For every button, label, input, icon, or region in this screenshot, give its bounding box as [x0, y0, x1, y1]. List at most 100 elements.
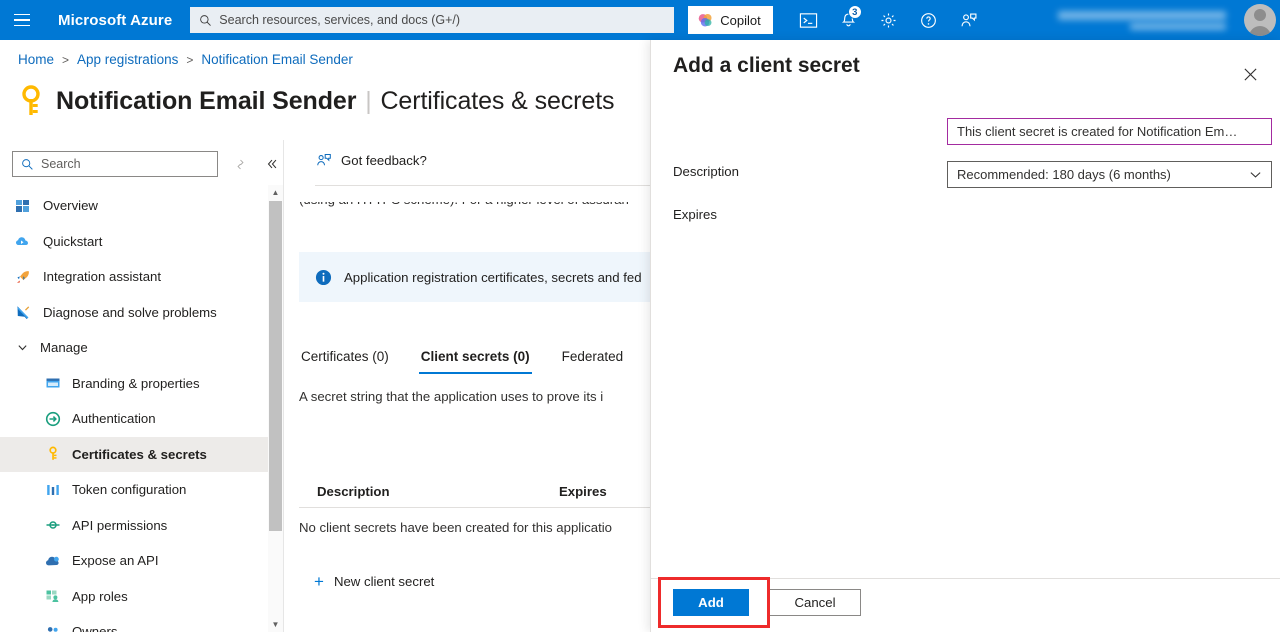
- tab-label: Federated: [561, 348, 624, 364]
- copilot-icon: [697, 12, 714, 29]
- sidebar-scrollbar-thumb[interactable]: [269, 201, 282, 531]
- overview-grid-icon: [14, 197, 32, 215]
- tab-client-secrets[interactable]: Client secrets (0): [405, 338, 546, 374]
- panel-title: Add a client secret: [673, 54, 860, 77]
- scroll-up-arrow-icon[interactable]: ▲: [268, 185, 283, 200]
- breadcrumb-item-app-registrations[interactable]: App registrations: [77, 52, 178, 67]
- sidebar-item-label: Token configuration: [72, 482, 187, 498]
- sidebar-items-list: Overview Quickstart Integration assistan…: [0, 188, 270, 632]
- sidebar-item-label: Overview: [43, 198, 98, 214]
- info-circle-icon: [315, 269, 332, 286]
- search-icon: [21, 158, 34, 171]
- sidebar-item-label: App roles: [72, 588, 128, 604]
- sidebar-search-input[interactable]: Search: [12, 151, 218, 177]
- got-feedback-label: Got feedback?: [341, 153, 427, 168]
- tab-label: Client secrets (0): [420, 348, 530, 364]
- key-icon: [18, 84, 44, 118]
- expires-select[interactable]: Recommended: 180 days (6 months): [947, 161, 1272, 188]
- tab-certificates[interactable]: Certificates (0): [299, 338, 405, 374]
- top-bar-icon-group: 3: [789, 0, 989, 40]
- collapse-sidebar-icon[interactable]: [258, 151, 286, 177]
- authentication-arrow-icon: [44, 410, 62, 428]
- expires-select-value: Recommended: 180 days (6 months): [957, 167, 1171, 182]
- owners-people-icon: [44, 623, 62, 632]
- sidebar-item-api-permissions[interactable]: API permissions: [0, 508, 270, 544]
- sidebar-item-label: Authentication: [72, 411, 156, 427]
- notification-count-badge: 3: [847, 5, 862, 19]
- got-feedback-button[interactable]: Got feedback?: [315, 152, 427, 169]
- tab-federated-credentials[interactable]: Federated: [546, 338, 640, 374]
- tab-label: Certificates (0): [301, 348, 389, 364]
- page-title-row: Notification Email Sender | Certificates…: [18, 84, 615, 118]
- azure-brand-label[interactable]: Microsoft Azure: [44, 12, 188, 29]
- sidebar-item-branding-properties[interactable]: Branding & properties: [0, 366, 270, 402]
- rocket-icon: [14, 268, 32, 286]
- notifications-bell-icon[interactable]: 3: [829, 0, 869, 40]
- hamburger-menu-icon[interactable]: [0, 0, 44, 40]
- top-navigation-bar: Microsoft Azure Search resources, servic…: [0, 0, 1280, 40]
- settings-gear-icon[interactable]: [869, 0, 909, 40]
- sidebar-item-certificates-secrets[interactable]: Certificates & secrets: [0, 436, 270, 472]
- sidebar-scrollbar[interactable]: ▲ ▼: [268, 185, 283, 632]
- sidebar-item-token-configuration[interactable]: Token configuration: [0, 472, 270, 508]
- breadcrumb-item-home[interactable]: Home: [18, 52, 54, 67]
- refresh-icon[interactable]: [226, 151, 254, 177]
- breadcrumb: Home > App registrations > Notification …: [18, 52, 353, 67]
- column-header-description: Description: [317, 484, 390, 499]
- chevron-down-icon: [14, 342, 30, 353]
- plus-icon: +: [314, 572, 324, 591]
- sidebar-item-diagnose-and-solve-problems[interactable]: Diagnose and solve problems: [0, 295, 270, 331]
- cloud-shell-icon[interactable]: [789, 0, 829, 40]
- sidebar-item-authentication[interactable]: Authentication: [0, 401, 270, 437]
- app-roles-icon: [44, 587, 62, 605]
- sidebar-item-quickstart[interactable]: Quickstart: [0, 224, 270, 260]
- sidebar-item-integration-assistant[interactable]: Integration assistant: [0, 259, 270, 295]
- sidebar-toolbar: Search: [12, 151, 286, 177]
- secrets-table-empty-message: No client secrets have been created for …: [299, 520, 613, 535]
- sidebar-item-label: Expose an API: [72, 553, 159, 569]
- global-search-input[interactable]: Search resources, services, and docs (G+…: [190, 7, 675, 33]
- account-name-blurred: [1058, 10, 1226, 20]
- expose-api-cloud-icon: [44, 552, 62, 570]
- user-avatar-icon[interactable]: [1244, 4, 1276, 36]
- copilot-button[interactable]: Copilot: [688, 6, 773, 34]
- breadcrumb-item-notification-email-sender[interactable]: Notification Email Sender: [201, 52, 353, 67]
- new-client-secret-button[interactable]: + New client secret: [314, 573, 434, 590]
- feedback-person-icon[interactable]: [949, 0, 989, 40]
- breadcrumb-separator: >: [186, 52, 194, 67]
- sidebar-search-placeholder: Search: [41, 157, 81, 171]
- page-title-section: Certificates & secrets: [380, 86, 615, 115]
- left-navigation-panel: Search Overview Quickstart Integration a…: [0, 140, 284, 632]
- wrench-tools-icon: [14, 303, 32, 321]
- new-client-secret-label: New client secret: [333, 574, 435, 589]
- sidebar-item-label: Owners: [72, 624, 118, 632]
- scroll-down-arrow-icon[interactable]: ▼: [268, 617, 283, 632]
- clipped-description-text: (using an HTTPS scheme). For a higher le…: [299, 192, 629, 207]
- sidebar-item-overview[interactable]: Overview: [0, 188, 270, 224]
- sidebar-item-expose-an-api[interactable]: Expose an API: [0, 543, 270, 579]
- cancel-button[interactable]: Cancel: [769, 589, 861, 616]
- branding-window-icon: [44, 374, 62, 392]
- quickstart-cloud-icon: [14, 232, 32, 250]
- sidebar-item-label: Branding & properties: [72, 375, 200, 391]
- description-label: Description: [673, 163, 739, 179]
- add-button[interactable]: Add: [673, 589, 749, 616]
- help-question-icon[interactable]: [909, 0, 949, 40]
- sidebar-item-label: Integration assistant: [43, 269, 162, 285]
- description-input-value: This client secret is created for Notifi…: [957, 124, 1238, 139]
- page-title-divider: |: [365, 86, 372, 115]
- page-title-app-name: Notification Email Sender: [56, 86, 357, 115]
- sidebar-item-owners[interactable]: Owners: [0, 614, 270, 632]
- copilot-label: Copilot: [720, 12, 761, 28]
- breadcrumb-separator: >: [62, 52, 70, 67]
- account-info-redacted[interactable]: [1058, 0, 1234, 40]
- feedback-person-icon: [315, 152, 332, 169]
- sidebar-group-manage[interactable]: Manage: [0, 330, 270, 366]
- global-search-placeholder: Search resources, services, and docs (G+…: [219, 13, 461, 27]
- expires-field-row: Expires: [673, 201, 1272, 227]
- api-permissions-icon: [44, 516, 62, 534]
- description-input[interactable]: This client secret is created for Notifi…: [947, 118, 1272, 145]
- sidebar-item-label: API permissions: [72, 517, 168, 533]
- sidebar-item-app-roles[interactable]: App roles: [0, 579, 270, 615]
- close-x-icon[interactable]: [1236, 60, 1264, 88]
